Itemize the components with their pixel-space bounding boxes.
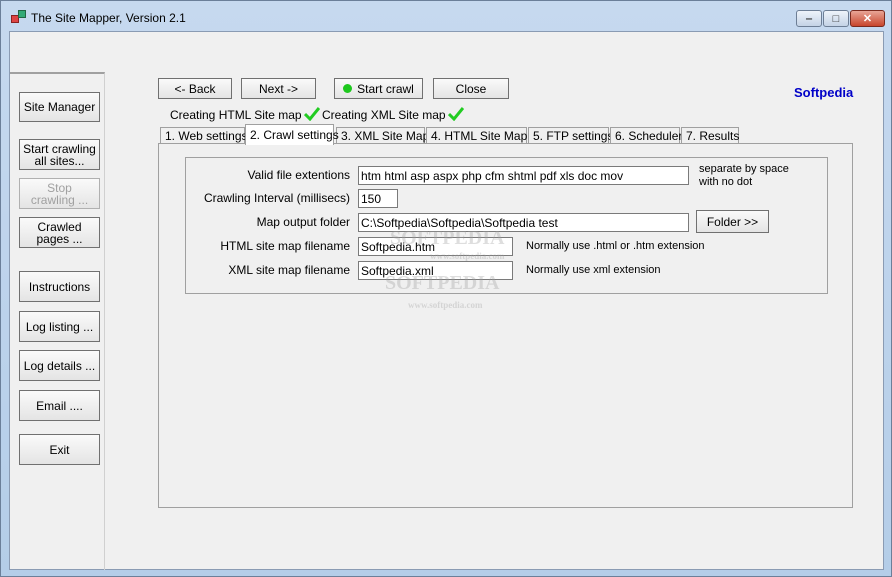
- minimize-button[interactable]: ‒: [796, 10, 822, 27]
- tab-label: 1. Web settings: [165, 129, 248, 143]
- window-title: The Site Mapper, Version 2.1: [31, 11, 186, 25]
- start-crawl-button[interactable]: Start crawl: [334, 78, 423, 99]
- crawled-pages-label-line2: pages ...: [36, 231, 83, 246]
- crawled-pages-button[interactable]: Crawled pages ...: [19, 217, 100, 248]
- close-icon: ✕: [862, 13, 873, 25]
- maximize-button[interactable]: □: [823, 10, 849, 27]
- checkmark-icon: [447, 107, 464, 121]
- start-crawling-button[interactable]: Start crawling all sites...: [19, 139, 100, 170]
- valid-extensions-input[interactable]: [358, 166, 689, 185]
- email-button[interactable]: Email ....: [19, 390, 100, 421]
- exit-button[interactable]: Exit: [19, 434, 100, 465]
- crawl-settings-panel: Valid file extentions separate by space …: [158, 143, 853, 508]
- creating-xml-label: Creating XML Site map: [322, 108, 446, 122]
- creating-xml-indicator: Creating XML Site map: [322, 105, 464, 122]
- back-button[interactable]: <- Back: [158, 78, 232, 99]
- site-manager-label: Site Manager: [23, 100, 96, 114]
- stop-crawling-label-line1: Stop: [47, 180, 72, 195]
- sidebar: Site Manager Start crawling all sites...…: [10, 72, 105, 570]
- xml-filename-label: XML site map filename: [228, 263, 350, 277]
- tab-scheduler[interactable]: 6. Scheduler: [610, 127, 683, 144]
- close-label: Close: [455, 81, 487, 96]
- minimize-icon: ‒: [805, 12, 813, 25]
- status-dot-icon: [343, 84, 353, 93]
- tab-crawl-settings[interactable]: 2. Crawl settings: [245, 124, 339, 145]
- tab-xml-site-map[interactable]: 3. XML Site Map: [336, 127, 429, 144]
- back-label: <- Back: [174, 81, 216, 96]
- close-window-button[interactable]: ✕: [850, 10, 885, 27]
- creating-html-label: Creating HTML Site map: [170, 108, 302, 122]
- checkmark-icon: [303, 107, 320, 121]
- log-listing-button[interactable]: Log listing ...: [19, 311, 100, 342]
- crawled-pages-label-line1: Crawled: [37, 219, 82, 234]
- log-listing-label: Log listing ...: [25, 319, 94, 334]
- tab-html-site-map[interactable]: 4. HTML Site Map: [426, 127, 527, 144]
- start-crawling-label-line2: all sites...: [34, 153, 85, 168]
- tab-label: 7. Results: [686, 129, 740, 143]
- folder-browse-button[interactable]: Folder >>: [696, 210, 769, 233]
- valid-extensions-note-line2: with no dot: [699, 176, 753, 188]
- start-crawling-label-line1: Start crawling: [23, 141, 96, 156]
- tab-label: 5. FTP settings: [533, 129, 614, 143]
- stop-crawling-label-line2: crawling ...: [30, 192, 89, 207]
- crawl-settings-group: Valid file extentions separate by space …: [185, 157, 828, 294]
- tab-web-settings[interactable]: 1. Web settings: [160, 127, 248, 144]
- start-crawl-label: Start crawl: [357, 81, 414, 96]
- valid-extensions-note-line1: separate by space: [699, 163, 789, 175]
- close-button[interactable]: Close: [433, 78, 509, 99]
- html-filename-note: Normally use .html or .htm extension: [526, 240, 705, 252]
- valid-extensions-label: Valid file extentions: [247, 168, 350, 182]
- stop-crawling-button[interactable]: Stop crawling ...: [19, 178, 100, 209]
- app-window: The Site Mapper, Version 2.1 ‒ □ ✕ Site …: [0, 0, 892, 577]
- creating-html-indicator: Creating HTML Site map: [170, 105, 320, 122]
- tab-label: 4. HTML Site Map: [431, 129, 528, 143]
- log-details-button[interactable]: Log details ...: [19, 350, 100, 381]
- map-output-folder-label: Map output folder: [256, 215, 350, 229]
- tab-label: 6. Scheduler: [615, 129, 683, 143]
- xml-filename-note: Normally use xml extension: [526, 264, 661, 276]
- crawling-interval-input[interactable]: [358, 189, 398, 208]
- watermark-logo: SOFTPEDIA: [385, 272, 500, 294]
- app-icon: [11, 10, 26, 23]
- site-manager-button[interactable]: Site Manager: [19, 92, 100, 122]
- brand-label: Softpedia: [794, 85, 854, 100]
- maximize-icon: □: [832, 12, 840, 25]
- exit-label: Exit: [49, 442, 70, 457]
- watermark-url: www.softpedia.com: [408, 300, 483, 310]
- tab-results[interactable]: 7. Results: [681, 127, 739, 144]
- crawling-interval-label: Crawling Interval (millisecs): [203, 191, 350, 205]
- tab-label: 3. XML Site Map: [341, 129, 430, 143]
- email-label: Email ....: [36, 398, 83, 413]
- log-details-label: Log details ...: [23, 358, 96, 373]
- instructions-button[interactable]: Instructions: [19, 271, 100, 302]
- watermark-url: www.softpedia.com: [430, 251, 505, 261]
- next-button[interactable]: Next ->: [241, 78, 316, 99]
- watermark-logo: SOFTPEDIA: [390, 227, 505, 249]
- title-bar[interactable]: The Site Mapper, Version 2.1 ‒ □ ✕: [1, 1, 891, 31]
- instructions-label: Instructions: [28, 279, 91, 294]
- next-label: Next ->: [258, 81, 298, 96]
- html-filename-label: HTML site map filename: [220, 239, 350, 253]
- tab-ftp-settings[interactable]: 5. FTP settings: [528, 127, 613, 144]
- client-area: Site Manager Start crawling all sites...…: [9, 31, 884, 570]
- tab-label: 2. Crawl settings: [250, 128, 339, 142]
- folder-browse-label: Folder >>: [706, 214, 759, 229]
